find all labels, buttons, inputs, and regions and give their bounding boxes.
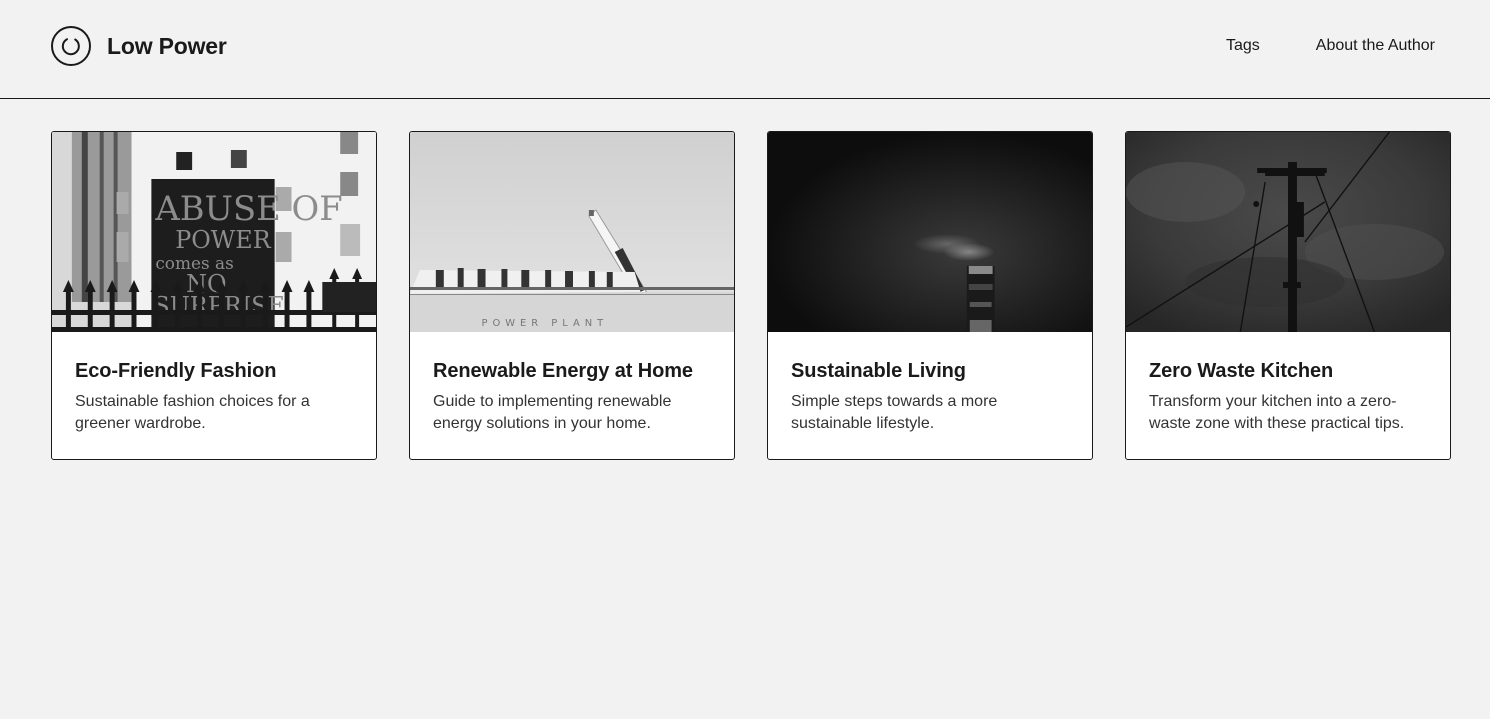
post-card-renewable-energy-at-home[interactable]: POWER PLANT Renewable Energy at Home Gui…: [409, 131, 735, 460]
post-image: [1126, 132, 1450, 332]
post-title: Eco-Friendly Fashion: [75, 360, 277, 382]
post-title: Renewable Energy at Home: [433, 360, 693, 382]
post-image: ABUSE OF POWER comes as NO SURPRISE: [52, 132, 376, 332]
post-description: Simple steps towards a more sustainable …: [791, 393, 998, 432]
site-header: Low Power Tags About the Author: [0, 0, 1490, 99]
svg-text:POWER: POWER: [175, 226, 271, 254]
post-title: Sustainable Living: [791, 360, 966, 382]
nav-link-about-author[interactable]: About the Author: [1316, 36, 1435, 56]
post-card-eco-friendly-fashion[interactable]: ABUSE OF POWER comes as NO SURPRISE: [51, 131, 377, 460]
post-description: Transform your kitchen into a zero-waste…: [1149, 393, 1405, 432]
post-card-sustainable-living[interactable]: Sustainable Living Simple steps towards …: [767, 131, 1093, 460]
power-cycle-icon: [51, 26, 91, 66]
post-image: POWER PLANT: [410, 132, 734, 332]
post-card-zero-waste-kitchen[interactable]: Zero Waste Kitchen Transform your kitche…: [1125, 131, 1451, 460]
svg-text:POWER PLANT: POWER PLANT: [482, 318, 609, 329]
post-title: Zero Waste Kitchen: [1149, 360, 1334, 382]
svg-text:ABUSE OF: ABUSE OF: [154, 189, 342, 228]
site-title: Low Power: [107, 32, 227, 59]
post-description: Guide to implementing renewable energy s…: [433, 393, 672, 432]
home-link[interactable]: Low Power: [51, 26, 227, 66]
post-grid: ABUSE OF POWER comes as NO SURPRISE: [51, 131, 1451, 460]
post-description: Sustainable fashion choices for a greene…: [75, 393, 310, 432]
main-nav: Tags About the Author: [1226, 36, 1435, 56]
nav-link-tags[interactable]: Tags: [1226, 36, 1260, 56]
post-image: [768, 132, 1092, 332]
